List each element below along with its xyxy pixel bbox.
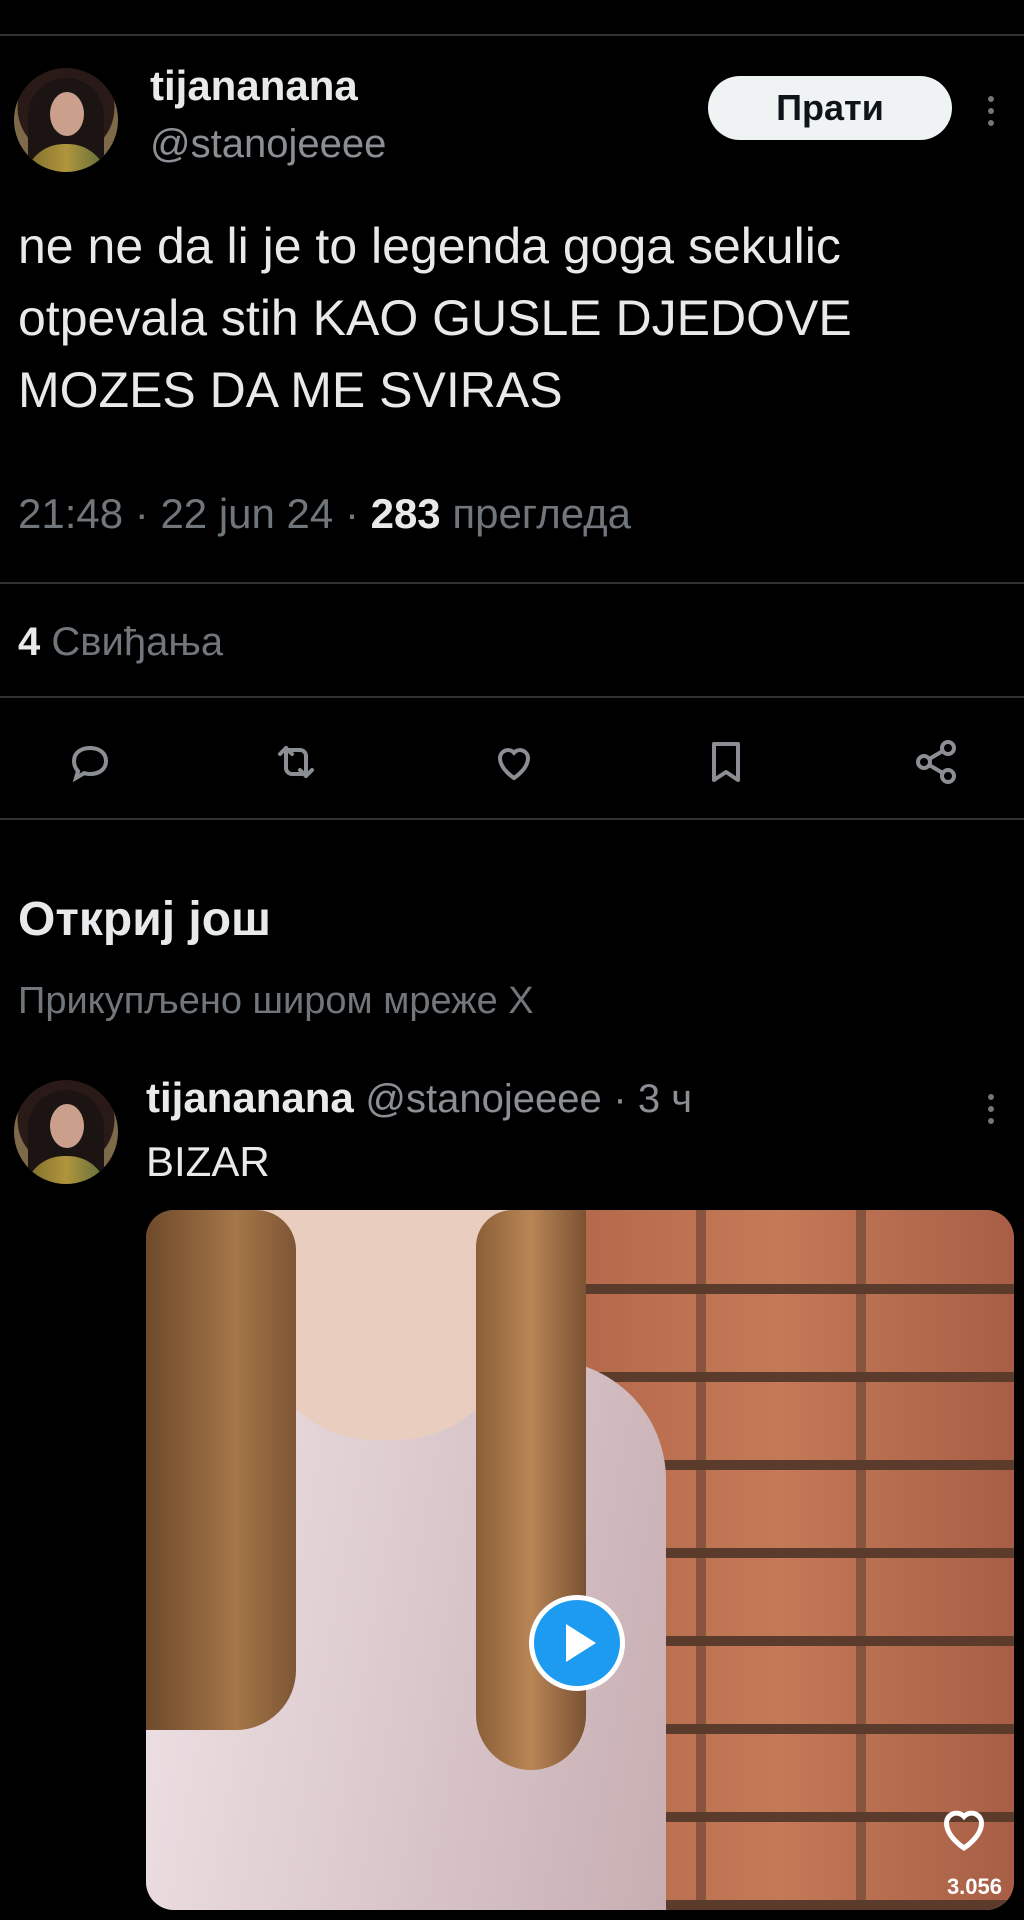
more-options-icon[interactable] <box>986 96 996 126</box>
tweet-header: tijananana @stanojeeee · 3 ч <box>146 1074 693 1121</box>
like-icon[interactable] <box>934 1798 994 1858</box>
section-subtitle: Прикупљено широм мреже X <box>18 980 534 1022</box>
display-name[interactable]: tijananana <box>146 1074 354 1121</box>
tweet-meta: 21:48 · 22 jun 24 · 283 прегледа <box>18 490 632 537</box>
display-name[interactable]: tijananana <box>150 62 358 110</box>
share-icon <box>916 740 956 784</box>
video-thumbnail[interactable]: 3.056 <box>146 1210 1014 1910</box>
retweet-icon <box>278 746 314 778</box>
views-count: 283 <box>370 490 441 537</box>
avatar[interactable] <box>14 1080 118 1184</box>
likes-summary[interactable]: 4 Свиђања <box>18 620 223 665</box>
media-like-count: 3.056 <box>946 1874 1002 1899</box>
bookmark-button[interactable] <box>696 732 756 792</box>
section-title: Откриј још <box>18 893 272 946</box>
divider <box>0 696 1024 698</box>
like-button[interactable] <box>484 732 544 792</box>
divider <box>0 818 1024 820</box>
tweet-text: ne ne da li je to legenda goga sekulic o… <box>18 218 852 418</box>
like-icon <box>497 748 531 781</box>
likes-label: Свиђања <box>51 620 224 664</box>
tweet-time[interactable]: 21:48 <box>18 490 123 537</box>
play-icon[interactable] <box>529 1595 625 1691</box>
likes-count: 4 <box>18 620 41 664</box>
share-button[interactable] <box>906 732 966 792</box>
follow-button[interactable]: Прати <box>708 76 952 140</box>
tweet-text: BIZAR <box>146 1138 270 1185</box>
more-options-icon[interactable] <box>986 1094 996 1124</box>
user-handle[interactable]: @stanojeeee <box>150 122 386 167</box>
avatar[interactable] <box>14 68 118 172</box>
user-handle[interactable]: @stanojeeee <box>365 1077 601 1121</box>
bookmark-icon <box>712 742 740 782</box>
retweet-button[interactable] <box>266 732 326 792</box>
reply-button[interactable] <box>60 732 120 792</box>
tweet-date[interactable]: 22 jun 24 <box>160 490 333 537</box>
reply-icon <box>71 745 109 783</box>
divider <box>0 582 1024 584</box>
views-label: прегледа <box>452 490 632 537</box>
top-divider <box>0 34 1024 36</box>
tweet-time[interactable]: 3 ч <box>638 1077 692 1121</box>
